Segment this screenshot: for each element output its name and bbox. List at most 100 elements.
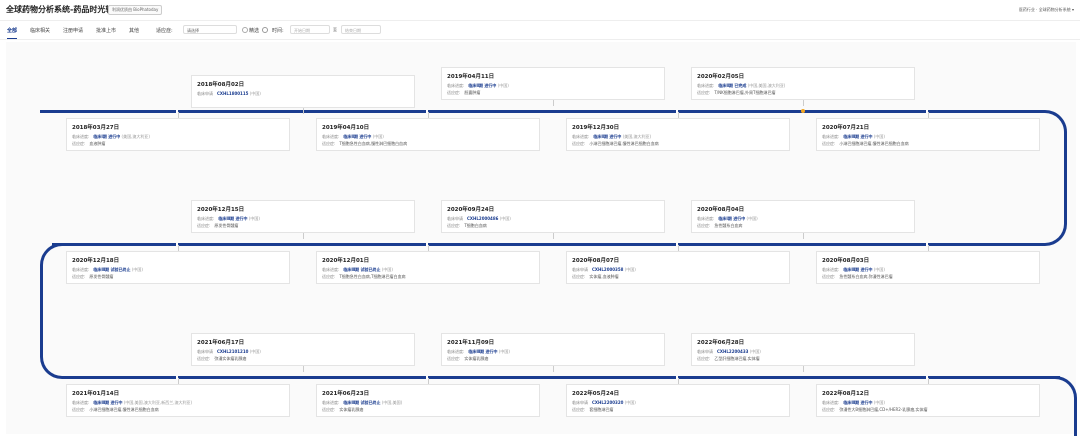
timeline-card[interactable]: 2021年01月14日 临床进度: 临床Ⅲ期 进行中 (中国,美国,澳大利亚,新西兰… <box>66 384 290 417</box>
card-connector <box>553 233 554 239</box>
card-application-code[interactable]: CXHL2000358 <box>592 267 623 272</box>
indication-select[interactable]: 请选择 <box>183 25 237 34</box>
card-date: 2020年08月03日 <box>822 258 870 264</box>
card-connector <box>178 378 179 384</box>
card-indication-label: 适应症: <box>572 407 586 412</box>
card-indication: 急性髓系白血病,弥漫性淋巴瘤 <box>839 274 893 279</box>
timeline-card[interactable]: 2021年06月17日 临床申请 CXHL2101210 (中国) 适应症: 弥漫实体瘤… <box>191 333 415 366</box>
card-indication-row: 适应症: 套细胞淋巴瘤 <box>572 407 613 413</box>
featured-checkbox[interactable] <box>242 27 248 33</box>
card-indication: T细胞急性白血病,T细胞淋巴瘤白血病 <box>339 274 406 279</box>
card-region: (美国,澳大利亚) <box>120 134 150 139</box>
card-region: (中国) <box>872 400 885 405</box>
card-date: 2020年12月01日 <box>322 258 370 264</box>
card-status-label: 临床进度: <box>322 134 340 139</box>
card-region: (中国) <box>380 267 393 272</box>
timeline-card[interactable]: 2020年08月07日 临床申请 CXHL2000358 (中国) 适应症: 实体瘤,血… <box>566 251 790 284</box>
card-indication-row: 适应症: 实体瘤乳腺癌 <box>447 356 488 362</box>
card-connector <box>553 366 554 372</box>
card-indication-row: 适应症: T细胞急性白血病,T细胞淋巴瘤白血病 <box>322 274 406 280</box>
start-date-input[interactable]: 开始日期 <box>290 25 330 34</box>
timeline-curve-right-2 <box>1040 376 1077 436</box>
end-date-input[interactable]: 结束日期 <box>341 25 381 34</box>
card-indication-row: 适应症: 弥漫实体瘤乳腺癌 <box>197 356 246 362</box>
tab-clinical[interactable]: 临床相关 <box>30 27 50 34</box>
card-connector <box>178 245 179 251</box>
card-connector <box>428 112 429 118</box>
timeline-card[interactable]: 2021年11月09日 临床进度: 临床Ⅲ期 进行中 (中国) 适应症: 实体瘤乳腺癌 <box>441 333 665 366</box>
indication-label: 适应症: <box>156 28 173 34</box>
card-status-label: 临床申请 <box>197 349 213 354</box>
card-application-code[interactable]: CXHL2200320 <box>592 400 623 405</box>
timeline-card[interactable]: 2020年02月05日 临床进度: 临床Ⅱ期 已完成 (中国,美国,澳大利亚) 适应症… <box>691 67 915 100</box>
card-indication: 弥漫性大B细胞淋巴瘤,CD+/HER2-乳腺癌,实体瘤 <box>839 407 928 412</box>
card-date: 2020年08月04日 <box>697 207 745 213</box>
card-trial-stage: 临床Ⅰ期 进行中 <box>93 134 121 139</box>
tab-registration[interactable]: 注册申请 <box>63 27 83 34</box>
timeline-card[interactable]: 2020年08月04日 临床进度: 临床Ⅰ期 进行中 (中国) 适应症: 急性髓系白血病 <box>691 200 915 233</box>
card-connector <box>803 366 804 372</box>
card-indication-label: 适应症: <box>322 141 336 146</box>
card-status-label: 临床进度: <box>822 267 840 272</box>
timeline-card[interactable]: 2021年06月23日 临床进度: 临床Ⅲ期 试验已终止 (中国,美国) 适应症: 实体… <box>316 384 540 417</box>
tab-approval[interactable]: 批准上市 <box>96 27 116 34</box>
timeline-card[interactable]: 2018年08月02日 临床申请 CXHL1800115 (中国) <box>191 75 415 108</box>
timeline-card[interactable]: 2019年04月10日 临床进度: 临床Ⅱ期 进行中 (中国) 适应症: T细胞急性白血… <box>316 118 540 151</box>
card-date: 2022年08月12日 <box>822 391 870 397</box>
card-date: 2020年07月21日 <box>822 125 870 131</box>
timeline-card[interactable]: 2018年03月27日 临床进度: 临床Ⅰ期 进行中 (美国,澳大利亚) 适应症: 血液… <box>66 118 290 151</box>
timeline-card[interactable]: 2020年09月24日 临床申请 CXHL2000486 (中国) 适应症: T细胞白血… <box>441 200 665 233</box>
card-application-code[interactable]: CXHL1800115 <box>217 91 248 96</box>
timeline-card[interactable]: 2022年05月24日 临床申请 CXHL2200320 (中国) 适应症: 套细胞淋巴… <box>566 384 790 417</box>
card-date: 2019年12月30日 <box>572 125 620 131</box>
card-date: 2021年06月23日 <box>322 391 370 397</box>
card-indication-row: 适应症: 原发性骨髓瘤 <box>197 223 238 229</box>
timeline-card[interactable]: 2020年12月18日 临床进度: 临床Ⅲ期 试验已终止 (中国) 适应症: 原发性骨髓… <box>66 251 290 284</box>
card-date: 2020年12月15日 <box>197 207 245 213</box>
timeline-card[interactable]: 2019年04月11日 临床进度: 临床Ⅱ期 进行中 (中国) 适应症: 胆囊肿瘤 <box>441 67 665 100</box>
card-indication: T细胞急性白血病,慢性淋巴细胞白血病 <box>339 141 408 146</box>
card-application-code[interactable]: CXHL2200433 <box>717 349 748 354</box>
card-region: (中国) <box>623 267 636 272</box>
card-date: 2018年08月02日 <box>197 82 245 88</box>
source-badge[interactable]: 利润优质由 BioPhatoday <box>108 5 163 15</box>
timeline-card[interactable]: 2022年06月28日 临床申请 CXHL2200433 (中国) 适应症: 乙型肝细胞… <box>691 333 915 366</box>
card-trial-stage: 临床Ⅲ期 进行中 <box>843 267 873 272</box>
card-status-row: 临床申请 CXHL2200320 (中国) <box>572 400 636 406</box>
card-status-label: 临床申请 <box>197 91 213 96</box>
card-connector <box>678 245 679 251</box>
timeline-card[interactable]: 2020年08月03日 临床进度: 临床Ⅲ期 进行中 (中国) 适应症: 急性髓系白血病… <box>816 251 1040 284</box>
timeline-line-3 <box>70 376 1060 379</box>
card-date: 2021年06月17日 <box>197 340 245 346</box>
card-application-code[interactable]: CXHL2000486 <box>467 216 498 221</box>
card-status-row: 临床进度: 临床Ⅲ期 进行中 (中国) <box>197 216 260 222</box>
featured-label: 精选 <box>249 28 260 34</box>
timeline-card[interactable]: 2020年12月15日临床进度: 临床Ⅲ期 进行中 (中国) 适应症: 原发性骨髓瘤 <box>191 200 415 233</box>
card-status-label: 临床进度: <box>572 134 590 139</box>
card-region: (美国,澳大利亚) <box>621 134 652 139</box>
tab-all[interactable]: 全部 <box>7 27 18 39</box>
card-indication-row: 适应症: 弥漫性大B细胞淋巴瘤,CD+/HER2-乳腺癌,实体瘤 <box>822 407 928 413</box>
card-region: (中国) <box>247 216 260 221</box>
card-indication-row: 适应症: 实体瘤,血液肿瘤 <box>572 274 619 280</box>
timeline-card[interactable]: 2019年12月30日 临床进度: 临床Ⅱ期 进行中 (美国,澳大利亚) 适应症: 小淋… <box>566 118 790 151</box>
card-status-label: 临床进度: <box>72 134 90 139</box>
card-indication-row: 适应症: 胆囊肿瘤 <box>447 90 480 96</box>
user-menu[interactable]: 医药行业 · 全球药物分析系统 ▾ <box>1019 7 1074 13</box>
card-status-row: 临床申请 CXHL1800115 (中国) <box>197 91 261 97</box>
card-application-code[interactable]: CXHL2101210 <box>217 349 248 354</box>
card-connector <box>928 378 929 384</box>
card-status-label: 临床进度: <box>697 83 715 88</box>
card-status-label: 临床进度: <box>197 216 215 221</box>
timeline-card[interactable]: 2020年07月21日 临床进度: 临床Ⅲ期 进行中 (中国) 适应症: 小淋巴细胞淋巴… <box>816 118 1040 151</box>
card-indication-row: 适应症: T细胞急性白血病,慢性淋巴细胞白血病 <box>322 141 407 147</box>
card-indication: T/NK细胞淋巴瘤,外周T细胞淋巴瘤 <box>714 90 776 95</box>
tab-other[interactable]: 其他 <box>129 27 139 34</box>
timeline-card[interactable]: 2022年08月12日 临床进度: 临床Ⅲ期 进行中 (中国) 适应症: 弥漫性大B细胞… <box>816 384 1040 417</box>
card-status-label: 临床申请 <box>572 267 588 272</box>
card-status-row: 临床申请 CXHL2000358 (中国) <box>572 267 636 273</box>
card-region: (中国) <box>498 216 511 221</box>
timeline-card[interactable]: 2020年12月01日 临床进度: 临床Ⅲ期 试验已终止 (中国) 适应症: T细胞急性… <box>316 251 540 284</box>
card-indication-label: 适应症: <box>447 356 461 361</box>
card-connector <box>678 378 679 384</box>
